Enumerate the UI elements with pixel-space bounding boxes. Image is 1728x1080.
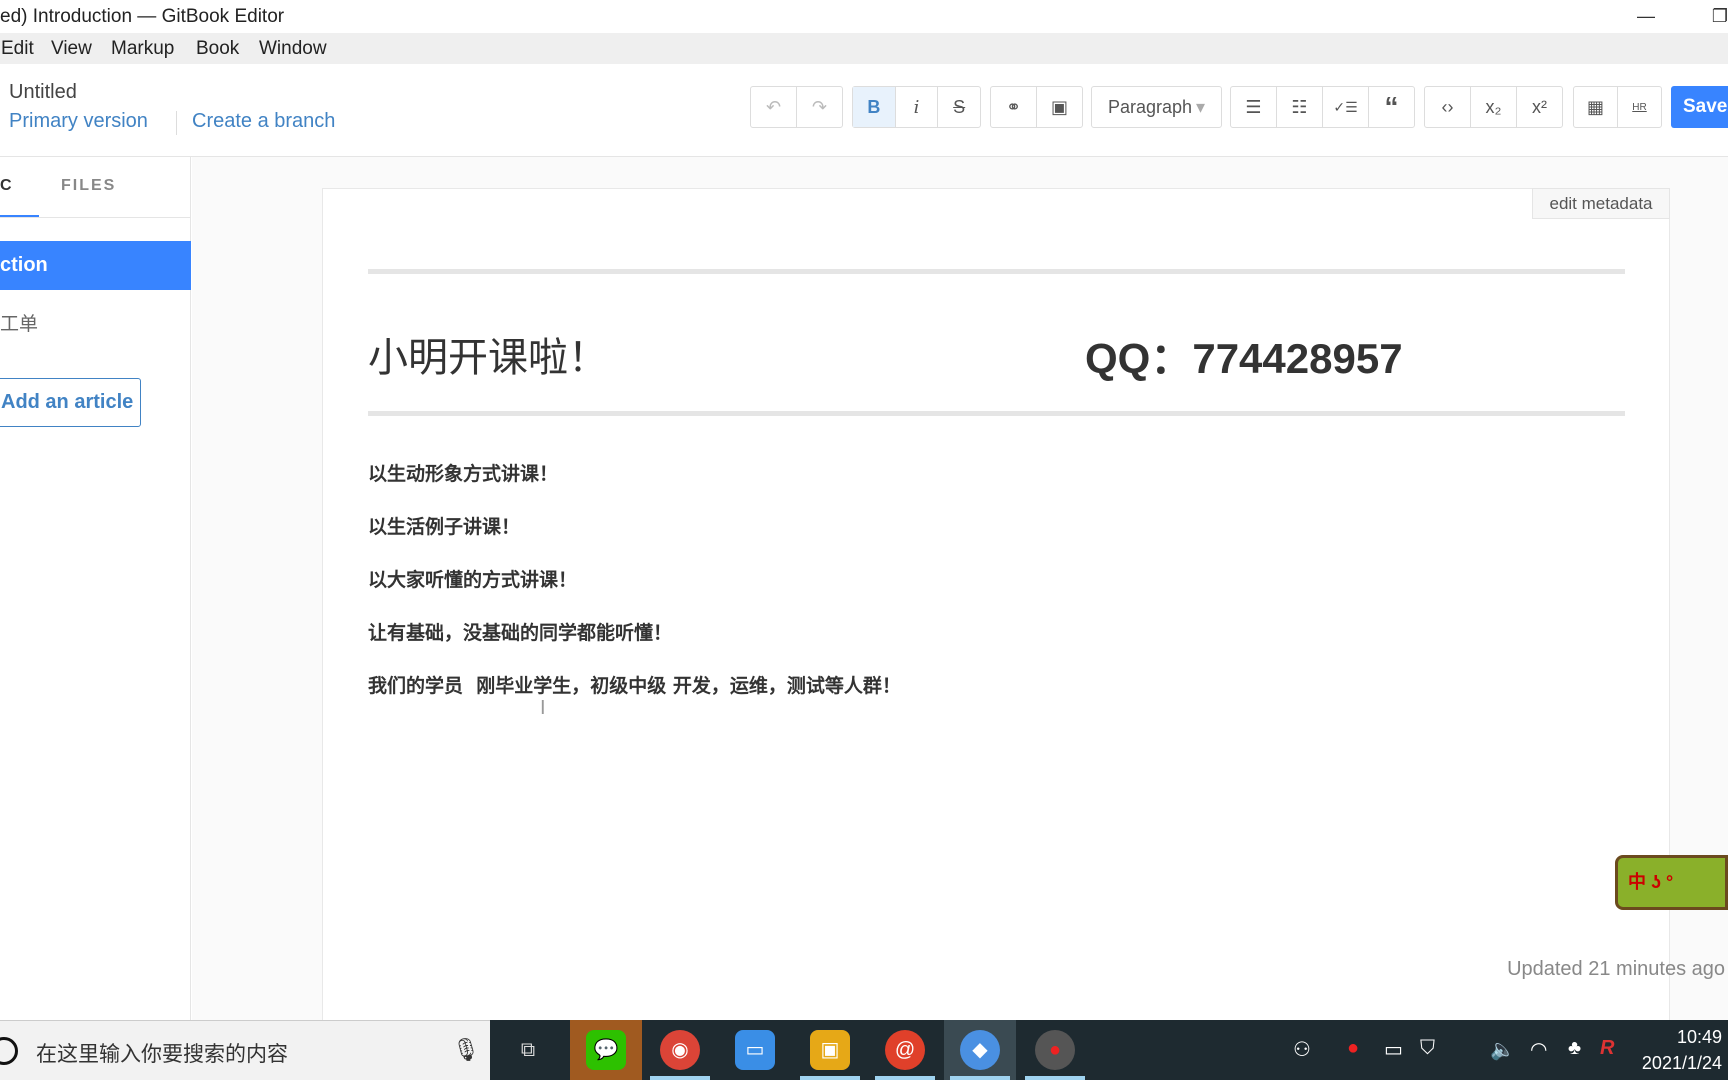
menu-edit[interactable]: Edit [1,33,34,64]
paragraph-select[interactable]: Paragraph ▾ [1091,86,1222,128]
insert-group: ⚭ ▣ [990,86,1083,128]
tab-files[interactable]: FILES [61,177,116,195]
block-group: ☰ ☷ ✓☰ “ [1230,86,1415,128]
gitbook-icon[interactable]: ◆ [960,1030,1000,1070]
code-group: ‹› x₂ x² [1424,86,1563,128]
clock-date: 2021/1/24 [1641,1053,1722,1073]
horizontal-rule [368,411,1625,416]
image-icon[interactable]: ▣ [1036,87,1082,127]
format-group: B i S [852,86,981,128]
paragraph-select-value: Paragraph [1107,96,1192,117]
paragraph: 以生活例子讲课！ [368,516,521,538]
swirl-app-icon[interactable]: @ [885,1030,925,1070]
tab-summary[interactable]: C [0,177,14,195]
running-indicator [800,1076,860,1080]
bold-button[interactable]: B [853,87,895,127]
divider [0,217,191,218]
italic-button[interactable]: i [894,87,938,127]
ime-status-badge[interactable]: 中 ʖ ° [1615,855,1728,910]
minimize-icon[interactable]: — [1626,0,1666,33]
heading-title: 小明开课啦！ [368,335,608,381]
running-indicator [875,1076,935,1080]
numbered-list-icon[interactable]: ☷ [1276,87,1322,127]
undo-icon[interactable]: ↶ [751,87,796,127]
system-clock[interactable]: 10:49 2021/1/24 [1642,1024,1722,1076]
code-icon[interactable]: ‹› [1425,87,1470,127]
battery-icon[interactable]: ▭ [1384,1037,1403,1062]
editor-header: Untitled Primary version Create a branch… [0,64,1728,157]
paragraph: 以大家听懂的方式讲课！ [368,569,578,591]
horizontal-rule-icon[interactable]: HR [1617,87,1661,127]
create-branch-link[interactable]: Create a branch [192,110,335,133]
virtualbox-icon[interactable]: ▣ [810,1030,850,1070]
menu-book[interactable]: Book [196,33,239,64]
r-app-icon[interactable]: R [1600,1037,1614,1060]
heading-qq: QQ：774428957 [1085,335,1403,382]
bullet-list-icon[interactable]: ☰ [1231,87,1276,127]
caret-down-icon: ▾ [1196,96,1206,117]
book-title: Untitled [9,81,77,103]
paragraph: 我们的学员 刚毕业学生，初级中级 开发，运维，测试等人群！ [368,675,901,697]
title-bar: ed) Introduction — GitBook Editor — ❐ [0,0,1728,33]
task-list-icon[interactable]: ✓☰ [1322,87,1368,127]
divider [176,111,177,135]
people-icon[interactable]: ⚇ [1293,1037,1311,1062]
sidebar-item-introduction[interactable]: ction [0,241,191,290]
paragraph: 以生动形象方式讲课！ [368,463,559,485]
search-icon [0,1037,18,1065]
search-placeholder: 在这里输入你要搜索的内容 [36,1043,288,1066]
screen-recorder-icon[interactable]: ● [1035,1030,1075,1070]
text-cursor-icon: I [540,697,546,719]
restore-icon[interactable]: ❐ [1700,0,1728,33]
ime-mascot-icon[interactable]: ♣ [1568,1037,1581,1060]
taskbar: 在这里输入你要搜索的内容 🎙 ⧉ 💬 ◉ ▭ ▣ @ ◆ ● ⚇ ● ▭ ⛉ 🔈… [0,1020,1728,1080]
primary-version-link[interactable]: Primary version [9,110,148,133]
edit-metadata-button[interactable]: edit metadata [1532,188,1670,219]
history-group: ↶ ↷ [750,86,843,128]
record-icon[interactable]: ● [1347,1037,1359,1060]
clock-time: 10:49 [1676,1027,1722,1047]
volume-icon[interactable]: 🔈 [1490,1037,1515,1062]
menu-bar: Edit View Markup Book Window [0,33,1728,64]
microphone-icon[interactable]: 🎙 [452,1037,480,1063]
running-indicator [650,1076,710,1080]
security-shield-icon[interactable]: ⛉ [1420,1037,1435,1060]
table-icon[interactable]: ▦ [1574,87,1617,127]
quote-icon[interactable]: “ [1368,87,1414,127]
horizontal-rule [368,269,1625,274]
menu-markup[interactable]: Markup [111,33,174,64]
running-indicator [1025,1076,1085,1080]
save-button[interactable]: Save [1671,86,1728,128]
chrome-icon[interactable]: ◉ [660,1030,700,1070]
taskbar-search[interactable]: 在这里输入你要搜索的内容 🎙 [0,1020,490,1080]
task-view-icon[interactable]: ⧉ [508,1030,548,1070]
sidebar-item[interactable]: 工单 [0,309,38,336]
menu-window[interactable]: Window [259,33,327,64]
remote-desktop-icon[interactable]: ▭ [735,1030,775,1070]
window-title: ed) Introduction — GitBook Editor [0,6,285,27]
running-indicator [950,1076,1010,1080]
superscript-button[interactable]: x² [1516,87,1562,127]
table-group: ▦ HR [1573,86,1662,128]
document-page[interactable] [322,188,1670,1028]
subscript-button[interactable]: x₂ [1470,87,1516,127]
menu-view[interactable]: View [51,33,92,64]
wechat-icon[interactable]: 💬 [586,1030,626,1070]
link-icon[interactable]: ⚭ [991,87,1036,127]
redo-icon[interactable]: ↷ [796,87,842,127]
updated-status: Updated 21 minutes ago [1507,958,1725,980]
paragraph: 让有基础，没基础的同学都能听懂！ [368,622,673,644]
sidebar: C FILES ction 工单 Add an article [0,157,191,1020]
strikethrough-button[interactable]: S [937,87,980,127]
wifi-icon[interactable]: ◠ [1530,1037,1547,1062]
add-article-button[interactable]: Add an article [0,378,141,427]
